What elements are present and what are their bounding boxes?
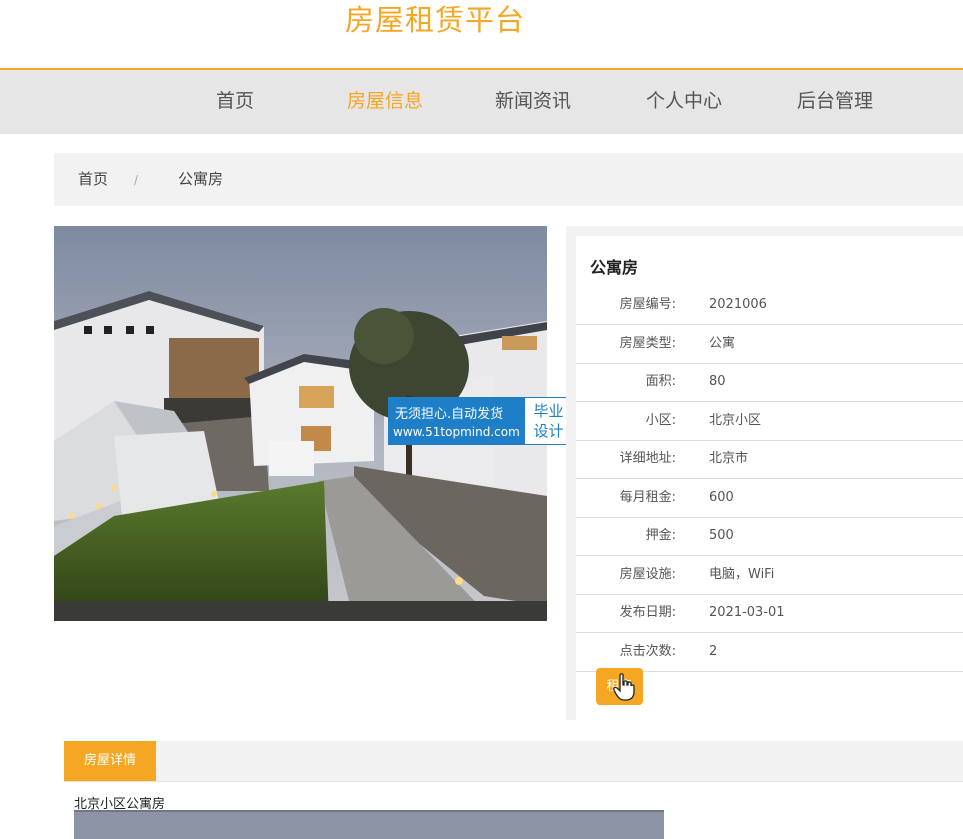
nav-item-admin[interactable]: 后台管理: [797, 70, 873, 134]
breadcrumb-separator: /: [134, 173, 139, 187]
hand-cursor-icon: [613, 673, 635, 701]
breadcrumb-home-link[interactable]: 首页: [78, 153, 108, 206]
house-info-card: 公寓房 房屋编号: 2021006 房屋类型: 公寓 面积: 80 小区: 北京…: [576, 236, 963, 720]
info-value: 2021-03-01: [709, 605, 785, 620]
watermark-slogan: 无须担心.自动发货: [395, 407, 504, 422]
info-row-house-type: 房屋类型: 公寓: [576, 325, 963, 364]
watermark-badge-line2: 设计: [533, 422, 564, 440]
info-label: 点击次数:: [619, 644, 676, 659]
detail-photo: [74, 810, 664, 839]
info-row-facilities: 房屋设施: 电脑，WiFi: [576, 556, 963, 595]
info-row-community: 小区: 北京小区: [576, 402, 963, 441]
house-title: 公寓房: [590, 258, 639, 277]
tab-house-details[interactable]: 房屋详情: [64, 741, 156, 781]
info-value: 北京小区: [709, 413, 762, 428]
info-row-area: 面积: 80: [576, 363, 963, 402]
nav-item-house-info[interactable]: 房屋信息: [347, 70, 423, 134]
info-value: 80: [709, 374, 726, 389]
watermark-badge-line1: 毕业: [533, 402, 564, 420]
info-row-monthly-rent: 每月租金: 600: [576, 479, 963, 518]
info-value: 600: [709, 490, 734, 505]
watermark-ad: 无须担心.自动发货 www.51topmind.com 毕业 设计: [388, 397, 574, 445]
nav-item-home[interactable]: 首页: [216, 70, 254, 134]
info-label: 房屋类型:: [619, 336, 676, 351]
info-label: 面积:: [645, 374, 676, 389]
info-value: 电脑，WiFi: [709, 567, 775, 582]
watermark-url: www.51topmind.com: [393, 425, 520, 439]
info-row-address: 详细地址: 北京市: [576, 440, 963, 479]
details-tabbar: 房屋详情: [64, 741, 963, 782]
info-value: 北京市: [709, 451, 749, 466]
info-row-deposit: 押金: 500: [576, 517, 963, 556]
nav-item-personal-center[interactable]: 个人中心: [646, 70, 722, 134]
house-info-panel: 公寓房 房屋编号: 2021006 房屋类型: 公寓 面积: 80 小区: 北京…: [566, 226, 963, 720]
info-label: 房屋设施:: [619, 567, 676, 582]
nav-item-news[interactable]: 新闻资讯: [495, 70, 571, 134]
site-title: 房屋租赁平台: [345, 3, 526, 37]
main-nav: 首页 房屋信息 新闻资讯 个人中心 后台管理: [0, 68, 963, 134]
detail-photo-illustration: [74, 810, 664, 839]
info-label: 发布日期:: [619, 605, 676, 620]
watermark-badge: 毕业 设计: [525, 398, 572, 444]
watermark-text-block: 无须担心.自动发货 www.51topmind.com: [389, 398, 525, 444]
info-row-publish-date: 发布日期: 2021-03-01: [576, 594, 963, 633]
info-label: 房屋编号:: [619, 297, 676, 312]
info-label: 小区:: [645, 413, 676, 428]
info-value: 2: [709, 644, 718, 659]
info-value: 2021006: [709, 297, 767, 312]
info-label: 每月租金:: [619, 490, 676, 505]
info-value: 公寓: [709, 336, 736, 351]
breadcrumb: 首页 / 公寓房: [54, 153, 963, 206]
info-row-click-count: 点击次数: 2: [576, 633, 963, 672]
info-row-house-number: 房屋编号: 2021006: [576, 286, 963, 325]
info-label: 押金:: [645, 528, 676, 543]
info-label: 详细地址:: [619, 451, 676, 466]
info-value: 500: [709, 528, 734, 543]
breadcrumb-current: 公寓房: [178, 170, 224, 188]
